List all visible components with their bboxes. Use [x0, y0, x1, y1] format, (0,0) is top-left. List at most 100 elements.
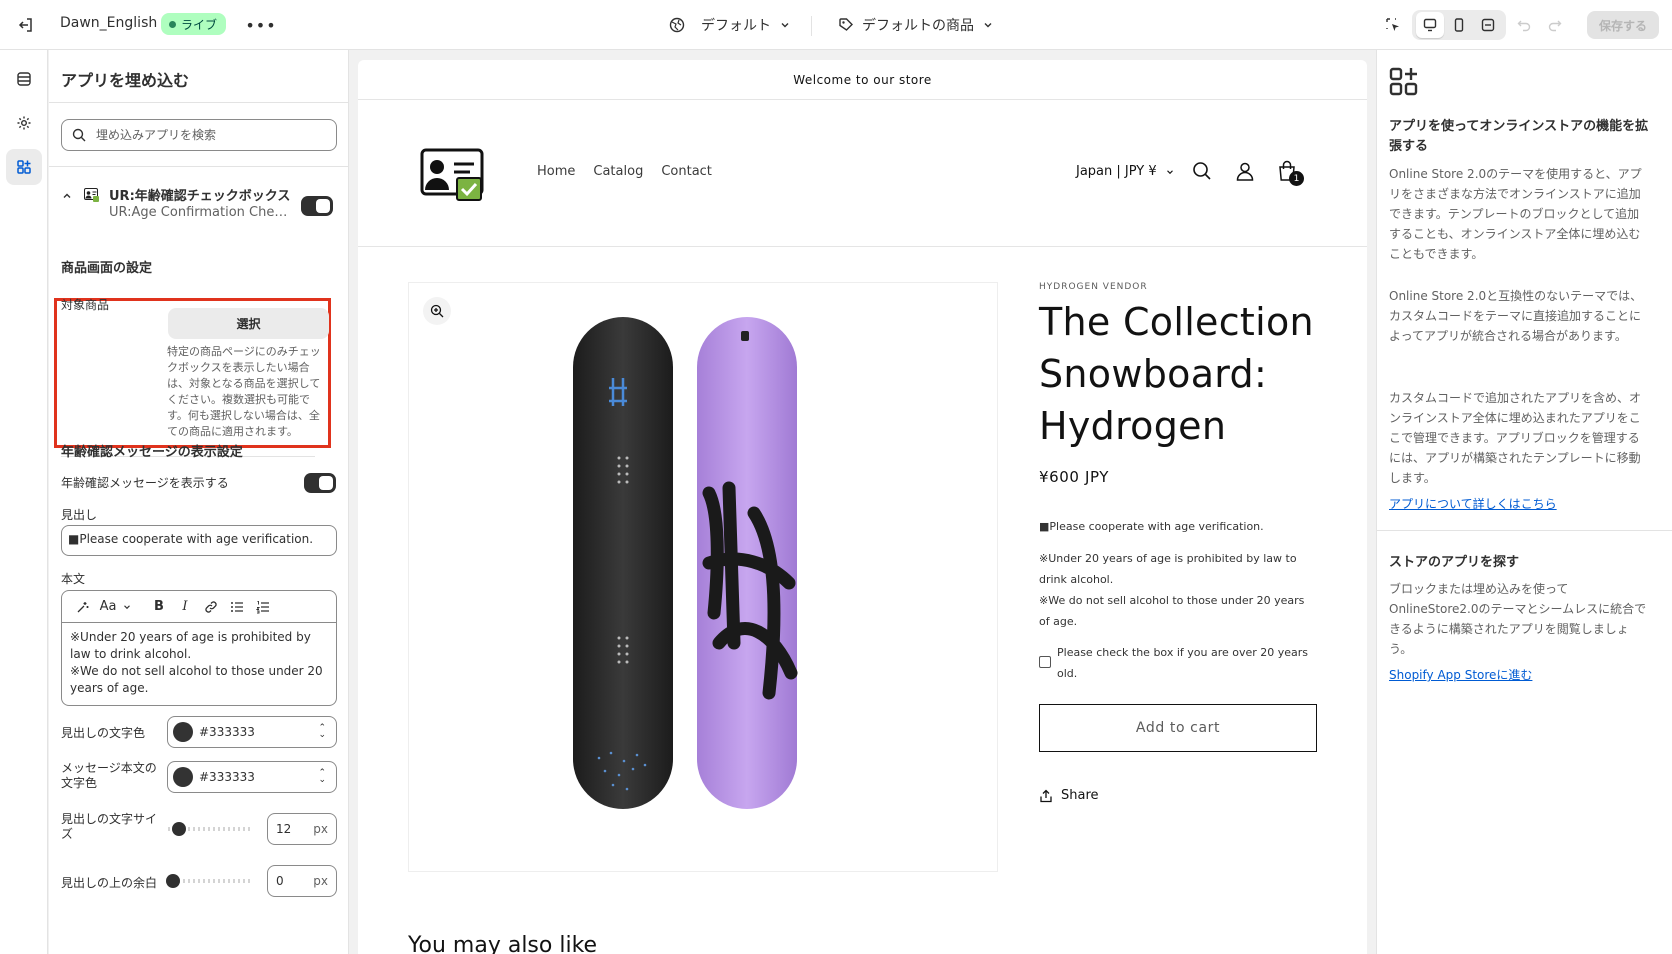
- undo-icon[interactable]: [1510, 12, 1538, 38]
- exit-icon[interactable]: [14, 13, 38, 37]
- product-settings-heading: 商品画面の設定: [61, 261, 153, 276]
- product-vendor: HYDROGEN VENDOR: [1039, 282, 1148, 292]
- cart-icon[interactable]: 1: [1274, 158, 1304, 186]
- link-icon[interactable]: [198, 595, 224, 619]
- target-product-label: 対象商品: [61, 298, 110, 312]
- show-message-toggle[interactable]: [304, 473, 336, 493]
- top-margin-slider-track[interactable]: [168, 879, 252, 883]
- divider: [1377, 530, 1672, 531]
- age-confirmation-checkbox[interactable]: [1039, 656, 1051, 668]
- body-line-1: ※Under 20 years of age is prohibited by …: [70, 630, 311, 661]
- rich-text-toolbar: Aa B I: [61, 590, 337, 623]
- app-subtitle: UR:Age Confirmation Checkbox: [109, 205, 291, 220]
- account-icon[interactable]: [1232, 158, 1258, 184]
- divider: [358, 246, 1367, 247]
- heading-input[interactable]: ■Please cooperate with age verification.: [61, 525, 337, 556]
- bullet-list-icon[interactable]: [224, 595, 250, 619]
- magic-icon[interactable]: [70, 595, 96, 619]
- tag-icon: [839, 18, 853, 31]
- italic-button[interactable]: I: [172, 595, 198, 619]
- font-style-dropdown[interactable]: Aa: [96, 595, 136, 619]
- divider: [49, 166, 348, 167]
- product-image-snowboards: [573, 317, 798, 809]
- info-panel: アプリを使ってオンラインストアの機能を拡張する Online Store 2.0…: [1376, 50, 1672, 954]
- theme-name: Dawn_English: [60, 15, 158, 31]
- app-search: [61, 119, 337, 151]
- share-icon: [1040, 789, 1052, 802]
- product-price: ¥600 JPY: [1039, 468, 1110, 486]
- chevron-down-icon: [781, 23, 789, 28]
- add-to-cart-button[interactable]: Add to cart: [1039, 704, 1317, 752]
- store-logo[interactable]: [420, 148, 486, 204]
- unit-label: px: [313, 874, 328, 888]
- product-title: The Collection Snowboard: Hydrogen: [1039, 300, 1314, 448]
- select-products-button[interactable]: 選択: [168, 308, 329, 339]
- app-enabled-toggle[interactable]: [301, 196, 333, 216]
- app-logo-icon: [84, 188, 99, 202]
- up-down-chevron-icon: ⌃ ⌄: [318, 723, 326, 740]
- age-message-body: ※Under 20 years of age is prohibited by …: [1039, 548, 1309, 632]
- fullscreen-view-icon[interactable]: [1474, 12, 1502, 38]
- nav-link-contact[interactable]: Contact: [661, 164, 712, 179]
- heading-size-input[interactable]: 12 px: [267, 813, 337, 845]
- status-badge-label: ライブ: [181, 17, 218, 32]
- status-dot-icon: [169, 20, 176, 28]
- info-heading: アプリを使ってオンラインストアの機能を拡張する: [1389, 119, 1649, 154]
- unit-label: px: [313, 822, 328, 836]
- announcement-bar: Welcome to our store: [358, 60, 1367, 100]
- product-media[interactable]: [408, 282, 998, 872]
- mobile-view-icon[interactable]: [1445, 12, 1473, 38]
- message-color-label: メッセージ本文の文字色: [61, 761, 157, 790]
- template-selector-label: デフォルトの商品: [862, 18, 974, 34]
- viewport-selector-label: デフォルト: [701, 18, 771, 34]
- target-help-text: 特定の商品ページにのみチェックボックスを表示したい場合は、対象となる商品を選択し…: [167, 345, 321, 438]
- body-label: 本文: [61, 572, 86, 586]
- nav-link-catalog[interactable]: Catalog: [593, 164, 643, 179]
- learn-more-link[interactable]: アプリについて詳しくはこちら: [1389, 495, 1557, 512]
- more-options-icon[interactable]: •••: [245, 13, 275, 37]
- heading-color-picker[interactable]: #333333 ⌃ ⌄: [167, 716, 337, 748]
- desktop-view-icon[interactable]: [1416, 12, 1444, 38]
- numbered-list-icon[interactable]: [250, 595, 276, 619]
- sections-icon[interactable]: [6, 61, 42, 97]
- share-label: Share: [1061, 788, 1099, 803]
- heading-size-label: 見出しの文字サイズ: [61, 812, 158, 841]
- search-input[interactable]: [96, 128, 326, 142]
- currency-selector[interactable]: Japan | JPY ¥: [1076, 164, 1175, 179]
- message-color-picker[interactable]: #333333 ⌃ ⌄: [167, 761, 337, 793]
- top-margin-slider-handle[interactable]: [166, 874, 180, 888]
- zoom-icon[interactable]: [423, 297, 451, 325]
- gear-icon[interactable]: [6, 105, 42, 141]
- message-color-value: #333333: [199, 770, 255, 784]
- viewport-selector[interactable]: デフォルト: [669, 13, 791, 37]
- top-margin-input[interactable]: 0 px: [267, 865, 337, 897]
- app-embeds-icon: [1389, 67, 1418, 96]
- message-settings-heading: 年齢確認メッセージの表示設定: [61, 445, 243, 460]
- divider: [811, 16, 812, 36]
- cart-count-badge: 1: [1289, 171, 1304, 186]
- redo-icon[interactable]: [1541, 12, 1569, 38]
- app-embeds-icon[interactable]: [6, 149, 42, 185]
- nav-link-home[interactable]: Home: [537, 164, 575, 179]
- inspector-icon[interactable]: [1379, 12, 1407, 38]
- age-message-heading: ■Please cooperate with age verification.: [1039, 520, 1264, 533]
- heading-color-value: #333333: [199, 725, 255, 739]
- app-embed-item[interactable]: UR:年齢確認チェックボックス UR:Age Confirmation Chec…: [49, 176, 348, 236]
- main-nav: Home Catalog Contact: [537, 164, 712, 179]
- divider: [49, 102, 348, 103]
- info-paragraph-1: Online Store 2.0のテーマを使用すると、アプリをさまざまな方法でオ…: [1389, 167, 1642, 261]
- top-margin-label: 見出しの上の余白: [61, 876, 158, 890]
- panel-title: アプリを埋め込む: [61, 71, 190, 90]
- find-apps-paragraph: ブロックまたは埋め込みを使ってOnlineStore2.0のテーマとシームレスに…: [1389, 582, 1647, 656]
- share-button[interactable]: Share: [1039, 788, 1099, 803]
- search-icon[interactable]: [1189, 158, 1215, 184]
- app-embed-panel: アプリを埋め込む UR:年齢確認チェックボックス UR:Age Confirma…: [49, 50, 349, 954]
- heading-size-value: 12: [276, 822, 292, 836]
- heading-size-slider-handle[interactable]: [171, 822, 186, 836]
- app-store-link[interactable]: Shopify App Storeに進む: [1389, 666, 1532, 683]
- chevron-up-icon[interactable]: [61, 190, 73, 202]
- template-selector[interactable]: デフォルトの商品: [838, 13, 994, 37]
- bold-button[interactable]: B: [146, 595, 172, 619]
- save-button[interactable]: 保存する: [1587, 11, 1659, 39]
- body-editor[interactable]: ※Under 20 years of age is prohibited by …: [61, 622, 337, 706]
